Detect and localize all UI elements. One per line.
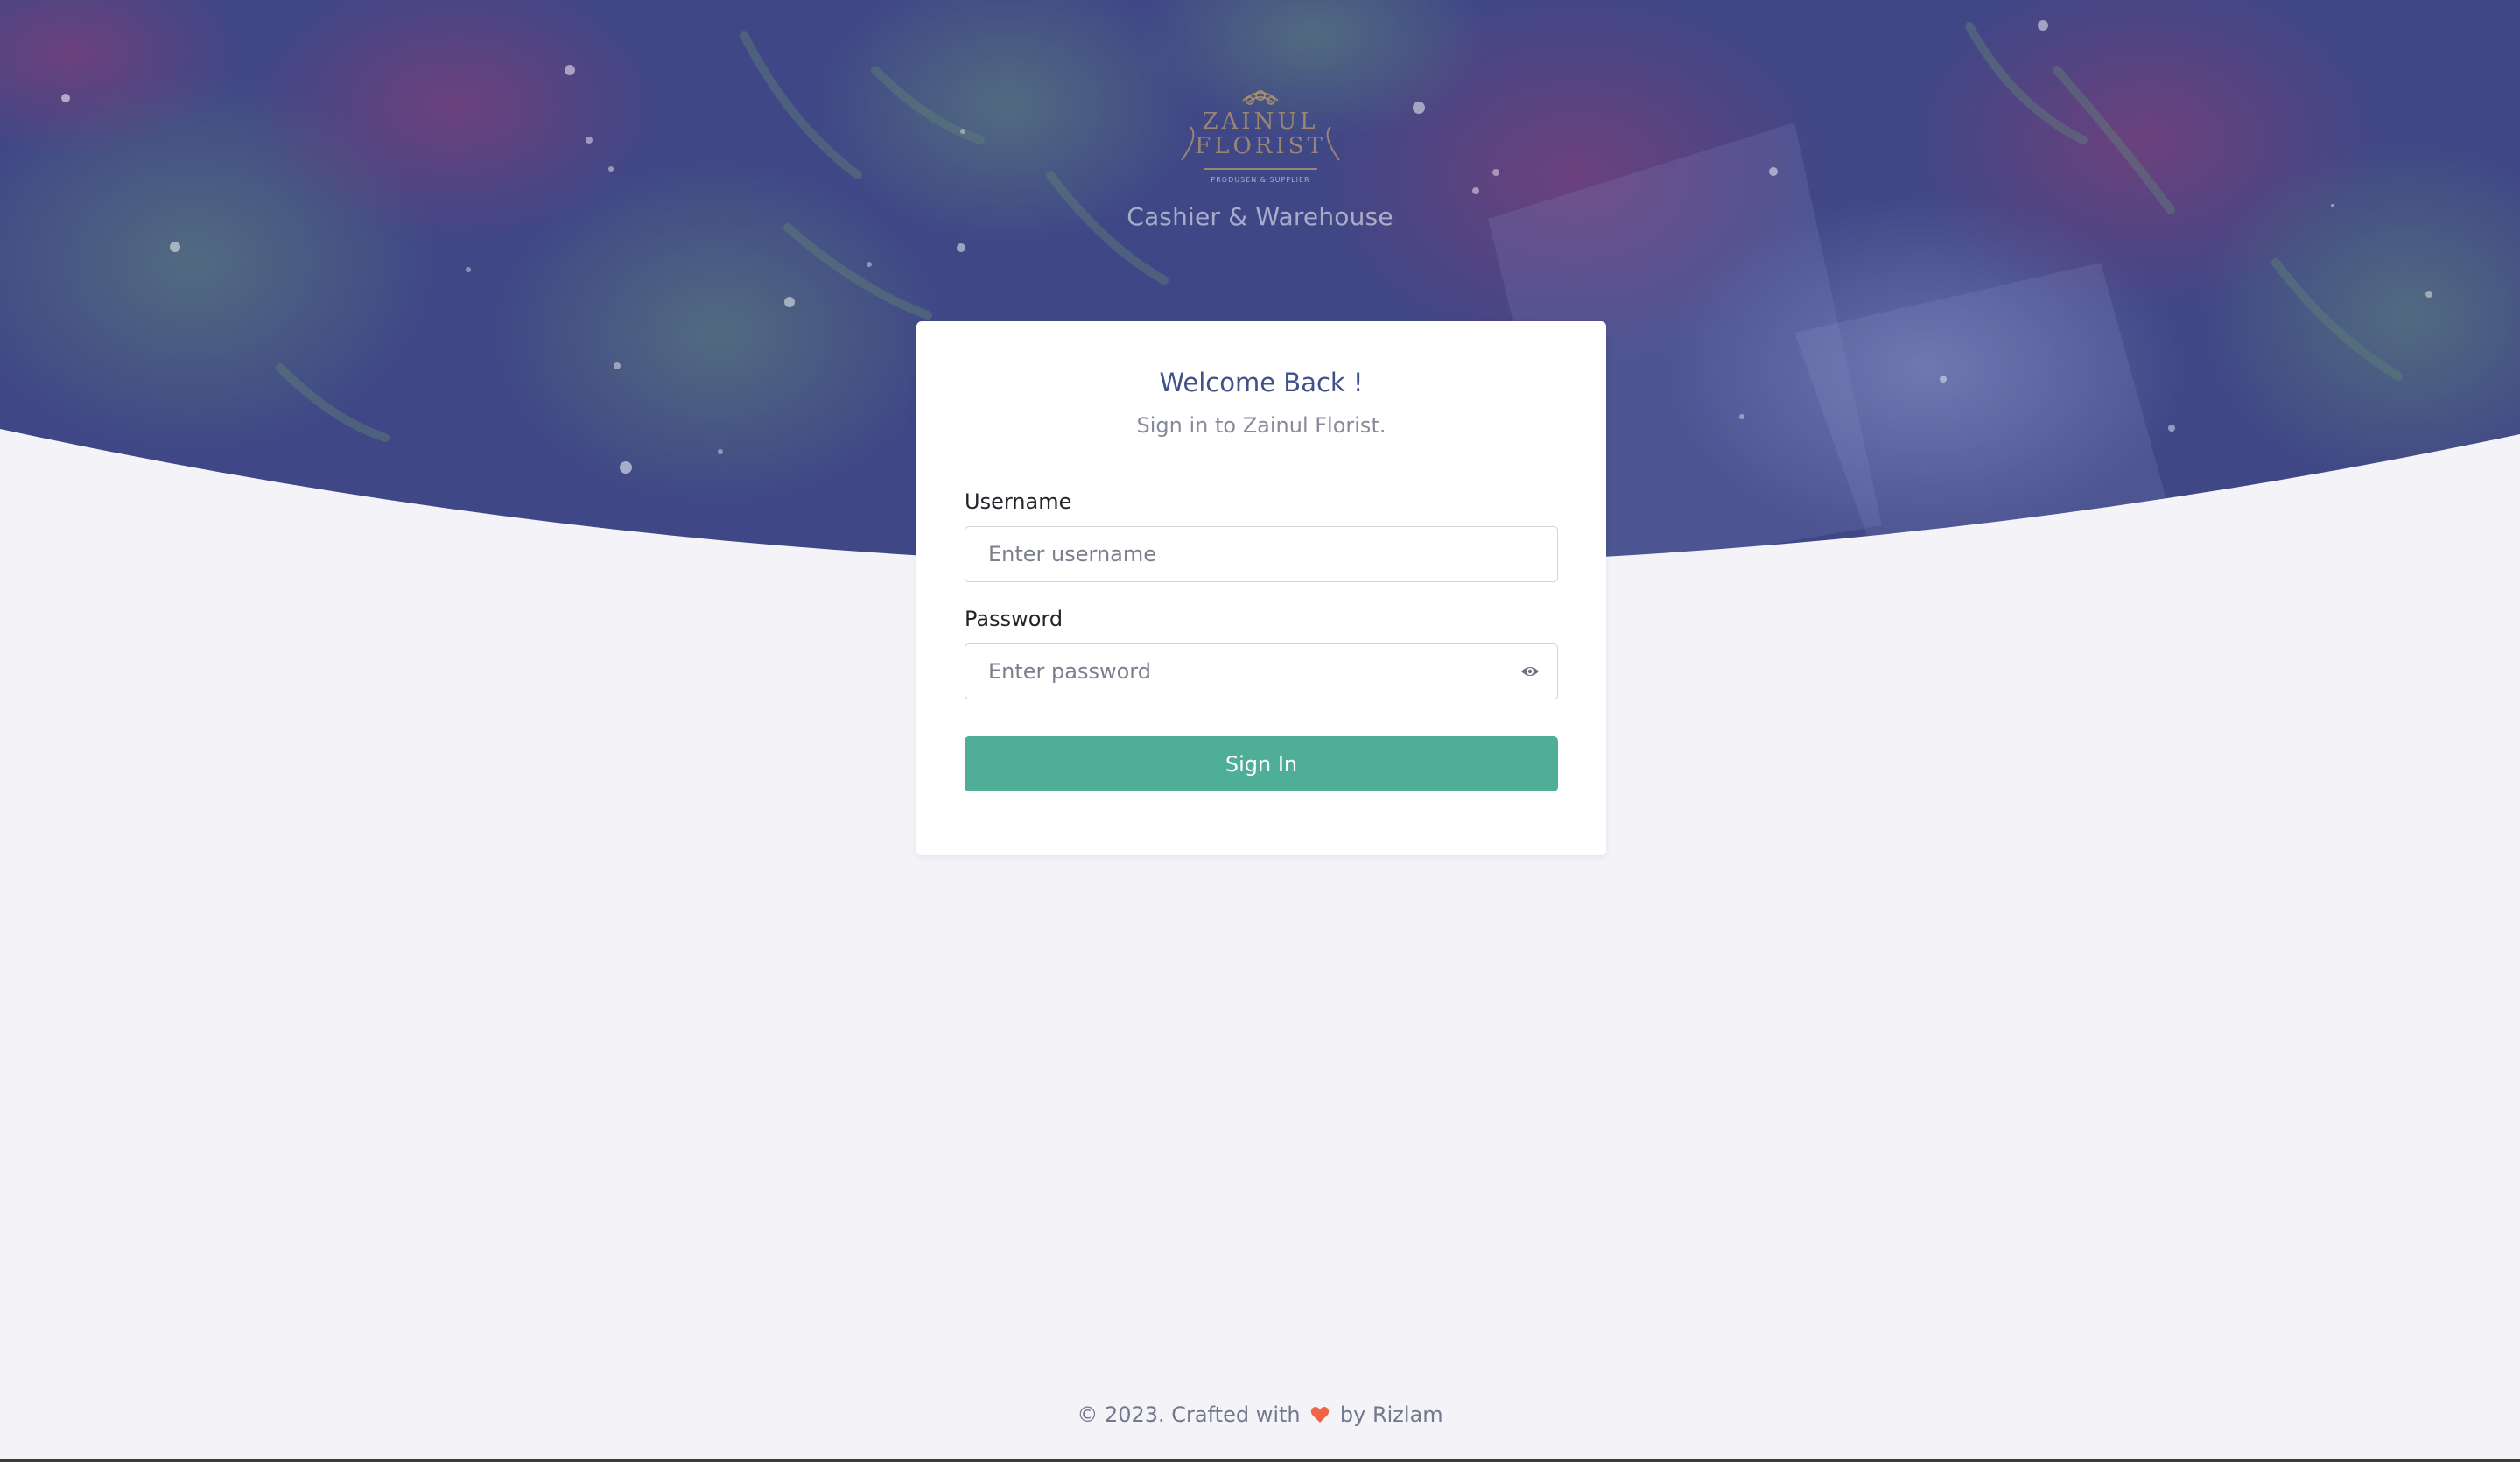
zainul-florist-logo: ZAINUL FLORIST PRODUSEN & SUPPLIER xyxy=(1164,83,1357,188)
sign-in-button[interactable]: Sign In xyxy=(965,736,1558,791)
app-tagline: Cashier & Warehouse xyxy=(1127,202,1393,231)
login-page: ZAINUL FLORIST PRODUSEN & SUPPLIER Cashi… xyxy=(0,0,2520,1462)
login-card: Welcome Back ! Sign in to Zainul Florist… xyxy=(916,321,1606,855)
password-label: Password xyxy=(965,607,1063,631)
login-subtitle: Sign in to Zainul Florist. xyxy=(1136,413,1386,438)
heart-icon xyxy=(1310,1404,1330,1429)
username-field-wrapper xyxy=(965,526,1558,582)
footer-prefix: © 2023. Crafted with xyxy=(1077,1402,1301,1427)
svg-text:PRODUSEN & SUPPLIER: PRODUSEN & SUPPLIER xyxy=(1211,176,1309,184)
brand-header: ZAINUL FLORIST PRODUSEN & SUPPLIER Cashi… xyxy=(0,83,2520,231)
password-field-wrapper xyxy=(965,643,1558,699)
login-title: Welcome Back ! xyxy=(1159,368,1364,397)
svg-text:FLORIST: FLORIST xyxy=(1195,133,1326,159)
show-password-eye-icon[interactable] xyxy=(1514,656,1546,687)
footer-suffix: by Rizlam xyxy=(1339,1402,1443,1427)
footer: © 2023. Crafted with by Rizlam xyxy=(0,1402,2520,1429)
svg-text:ZAINUL: ZAINUL xyxy=(1202,109,1318,135)
password-input[interactable] xyxy=(965,643,1558,699)
username-label: Username xyxy=(965,489,1072,514)
username-input[interactable] xyxy=(965,526,1558,582)
